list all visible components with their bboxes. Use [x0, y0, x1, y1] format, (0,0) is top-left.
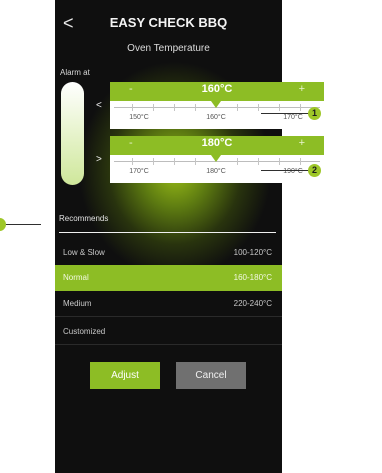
- callout-badge-1: 1: [308, 107, 321, 120]
- callout-badge-2: 2: [308, 164, 321, 177]
- back-icon[interactable]: <: [63, 14, 77, 32]
- alarm-label: Alarm at: [60, 68, 90, 77]
- callout-line-side: [6, 224, 41, 225]
- slider-value: 160°C: [201, 83, 233, 95]
- scale-label: 170°C: [283, 114, 303, 121]
- scale-tick: [153, 104, 154, 111]
- scale-tick: [300, 158, 301, 165]
- option-name: Low & Slow: [63, 248, 105, 257]
- scale-label: 150°C: [129, 114, 149, 121]
- option-name: Customized: [63, 327, 106, 336]
- increase-button[interactable]: +: [299, 83, 305, 95]
- scale-tick: [132, 104, 133, 111]
- scale-tick: [237, 158, 238, 165]
- thermometer-icon: [61, 82, 84, 185]
- option-name: Normal: [63, 273, 89, 282]
- option-normal[interactable]: Normal 160-180°C: [55, 265, 282, 291]
- app-title: EASY CHECK BBQ: [109, 15, 228, 30]
- app-screen: < EASY CHECK BBQ Oven Temperature Alarm …: [55, 0, 324, 473]
- option-range: 100-120°C: [233, 248, 272, 257]
- scale-tick: [258, 158, 259, 165]
- page-subtitle: Oven Temperature: [127, 43, 210, 54]
- comparator-less-than: <: [96, 100, 102, 111]
- scale-label: 170°C: [129, 168, 149, 175]
- option-low-slow[interactable]: Low & Slow 100-120°C: [55, 240, 282, 266]
- option-range: 160-180°C: [233, 273, 272, 282]
- option-name: Medium: [63, 299, 92, 308]
- scale-label: 160°C: [206, 114, 226, 121]
- slider-scale[interactable]: 170°C 180°C 190°C: [110, 155, 324, 183]
- slider-scale[interactable]: 150°C 160°C 170°C: [110, 101, 324, 129]
- temperature-slider-high[interactable]: - 180°C + 170°C 180°C 190°C: [110, 136, 324, 183]
- recommends-heading: Recommends: [59, 214, 109, 223]
- option-range: 220-240°C: [233, 299, 272, 308]
- slider-header: - 160°C +: [110, 82, 324, 101]
- callout-line-1: [261, 113, 309, 114]
- scale-label: 180°C: [206, 168, 226, 175]
- option-customized[interactable]: Customized: [55, 319, 282, 345]
- scale-tick: [195, 104, 196, 111]
- increase-button[interactable]: +: [299, 137, 305, 149]
- scale-tick: [279, 104, 280, 111]
- scale-tick: [174, 158, 175, 165]
- scale-tick: [174, 104, 175, 111]
- scale-tick: [195, 158, 196, 165]
- slider-pointer-icon[interactable]: [211, 155, 221, 162]
- recommends-divider: [59, 232, 276, 233]
- slider-value: 180°C: [201, 137, 233, 149]
- temperature-slider-low[interactable]: - 160°C + 150°C 160°C 170°C: [110, 82, 324, 129]
- adjust-button[interactable]: Adjust: [90, 362, 160, 389]
- scale-tick: [153, 158, 154, 165]
- callout-line-2: [261, 170, 309, 171]
- scale-tick: [237, 104, 238, 111]
- scale-tick: [279, 158, 280, 165]
- comparator-greater-than: >: [96, 154, 102, 165]
- option-medium[interactable]: Medium 220-240°C: [55, 291, 282, 317]
- cancel-button[interactable]: Cancel: [176, 362, 246, 389]
- slider-pointer-icon[interactable]: [211, 101, 221, 108]
- scale-tick: [132, 158, 133, 165]
- scale-tick: [300, 104, 301, 111]
- slider-header: - 180°C +: [110, 136, 324, 155]
- scale-tick: [258, 104, 259, 111]
